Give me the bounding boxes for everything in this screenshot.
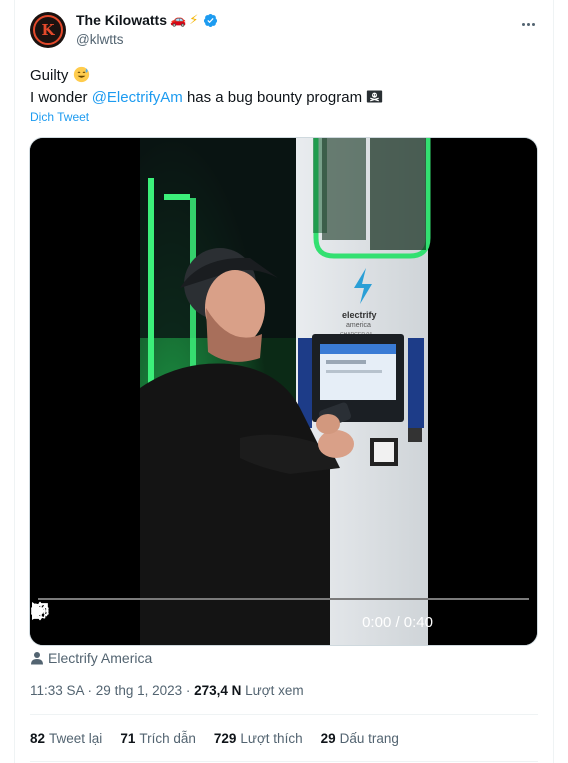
stat-label: Trích dẫn — [139, 731, 196, 746]
display-name[interactable]: The Kilowatts — [76, 12, 167, 28]
engagement-stats: 82 Tweet lại 71 Trích dẫn 729 Lượt thích 29… — [30, 731, 399, 746]
stat-likes[interactable]: 729 Lượt thích — [214, 731, 303, 746]
views-label: Lượt xem — [241, 683, 304, 698]
tweet-meta: 11:33 SA · 29 thg 1, 2023 · 273,4 N Lượt… — [30, 683, 304, 698]
frame-right-border — [553, 0, 554, 763]
tweet-line-2-prefix: I wonder — [30, 89, 92, 106]
stat-count: 82 — [30, 731, 46, 746]
meta-separator: · — [182, 683, 195, 698]
tweet-text: Guilty I wonder @ElectrifyAm has a bug b… — [30, 65, 538, 109]
author-handle[interactable]: @klwtts — [76, 32, 123, 47]
more-options-icon[interactable] — [518, 15, 538, 33]
tweet-date[interactable]: 29 thg 1, 2023 — [96, 683, 182, 698]
tweet-line-2-suffix: has a bug bounty program — [182, 89, 367, 106]
lightning-emoji-icon: ⚡ — [189, 12, 199, 27]
sweat-smile-emoji-icon — [73, 66, 89, 83]
video-source-attribution[interactable]: Electrify America — [30, 650, 152, 666]
divider — [30, 714, 538, 715]
stat-label: Lượt thích — [240, 731, 303, 746]
translate-tweet-link[interactable]: Dịch Tweet — [30, 110, 89, 124]
views-count: 273,4 N — [194, 683, 242, 698]
tweet-header: K The Kilowatts 🚗 ⚡ @klwtts — [30, 11, 538, 51]
verified-badge-icon — [204, 13, 218, 27]
car-emoji-icon: 🚗 — [170, 12, 187, 27]
stat-count: 29 — [320, 731, 336, 746]
stat-label: Tweet lại — [49, 731, 103, 746]
stat-count: 729 — [213, 731, 237, 746]
stat-label: Dấu trang — [339, 731, 399, 746]
pirate-flag-emoji-icon — [367, 90, 383, 103]
stat-bookmarks[interactable]: 29 Dấu trang — [321, 731, 399, 746]
stat-count: 71 — [120, 731, 136, 746]
person-icon — [31, 652, 43, 665]
divider — [30, 761, 538, 762]
charger-brand-sub: america — [346, 322, 371, 329]
charger-brand-text: electrify — [342, 310, 377, 320]
video-controls: 0:00 / 0:40 — [30, 601, 537, 645]
tweet-time[interactable]: 11:33 SA — [30, 683, 84, 698]
meta-separator: · — [83, 683, 96, 698]
video-source-label[interactable]: Electrify America — [48, 650, 152, 666]
avatar[interactable]: K — [30, 12, 66, 48]
frame-left-border — [14, 0, 15, 763]
stat-retweets[interactable]: 82 Tweet lại — [30, 731, 102, 746]
video-frame: electrify america CHARGER 04 — [30, 138, 537, 645]
stat-quotes[interactable]: 71 Trích dẫn — [120, 731, 196, 746]
avatar-logo: K — [33, 15, 63, 45]
video-time: 0:00 / 0:40 — [362, 614, 433, 631]
fullscreen-icon[interactable] — [30, 601, 50, 621]
tweet-line-1: Guilty — [30, 67, 73, 84]
author-name-line[interactable]: The Kilowatts 🚗 ⚡ — [76, 12, 218, 28]
mention-link[interactable]: @ElectrifyAm — [92, 89, 183, 106]
video-player[interactable]: electrify america CHARGER 04 0:00 / 0:40 — [29, 137, 538, 646]
video-progress-bar[interactable] — [38, 598, 529, 600]
